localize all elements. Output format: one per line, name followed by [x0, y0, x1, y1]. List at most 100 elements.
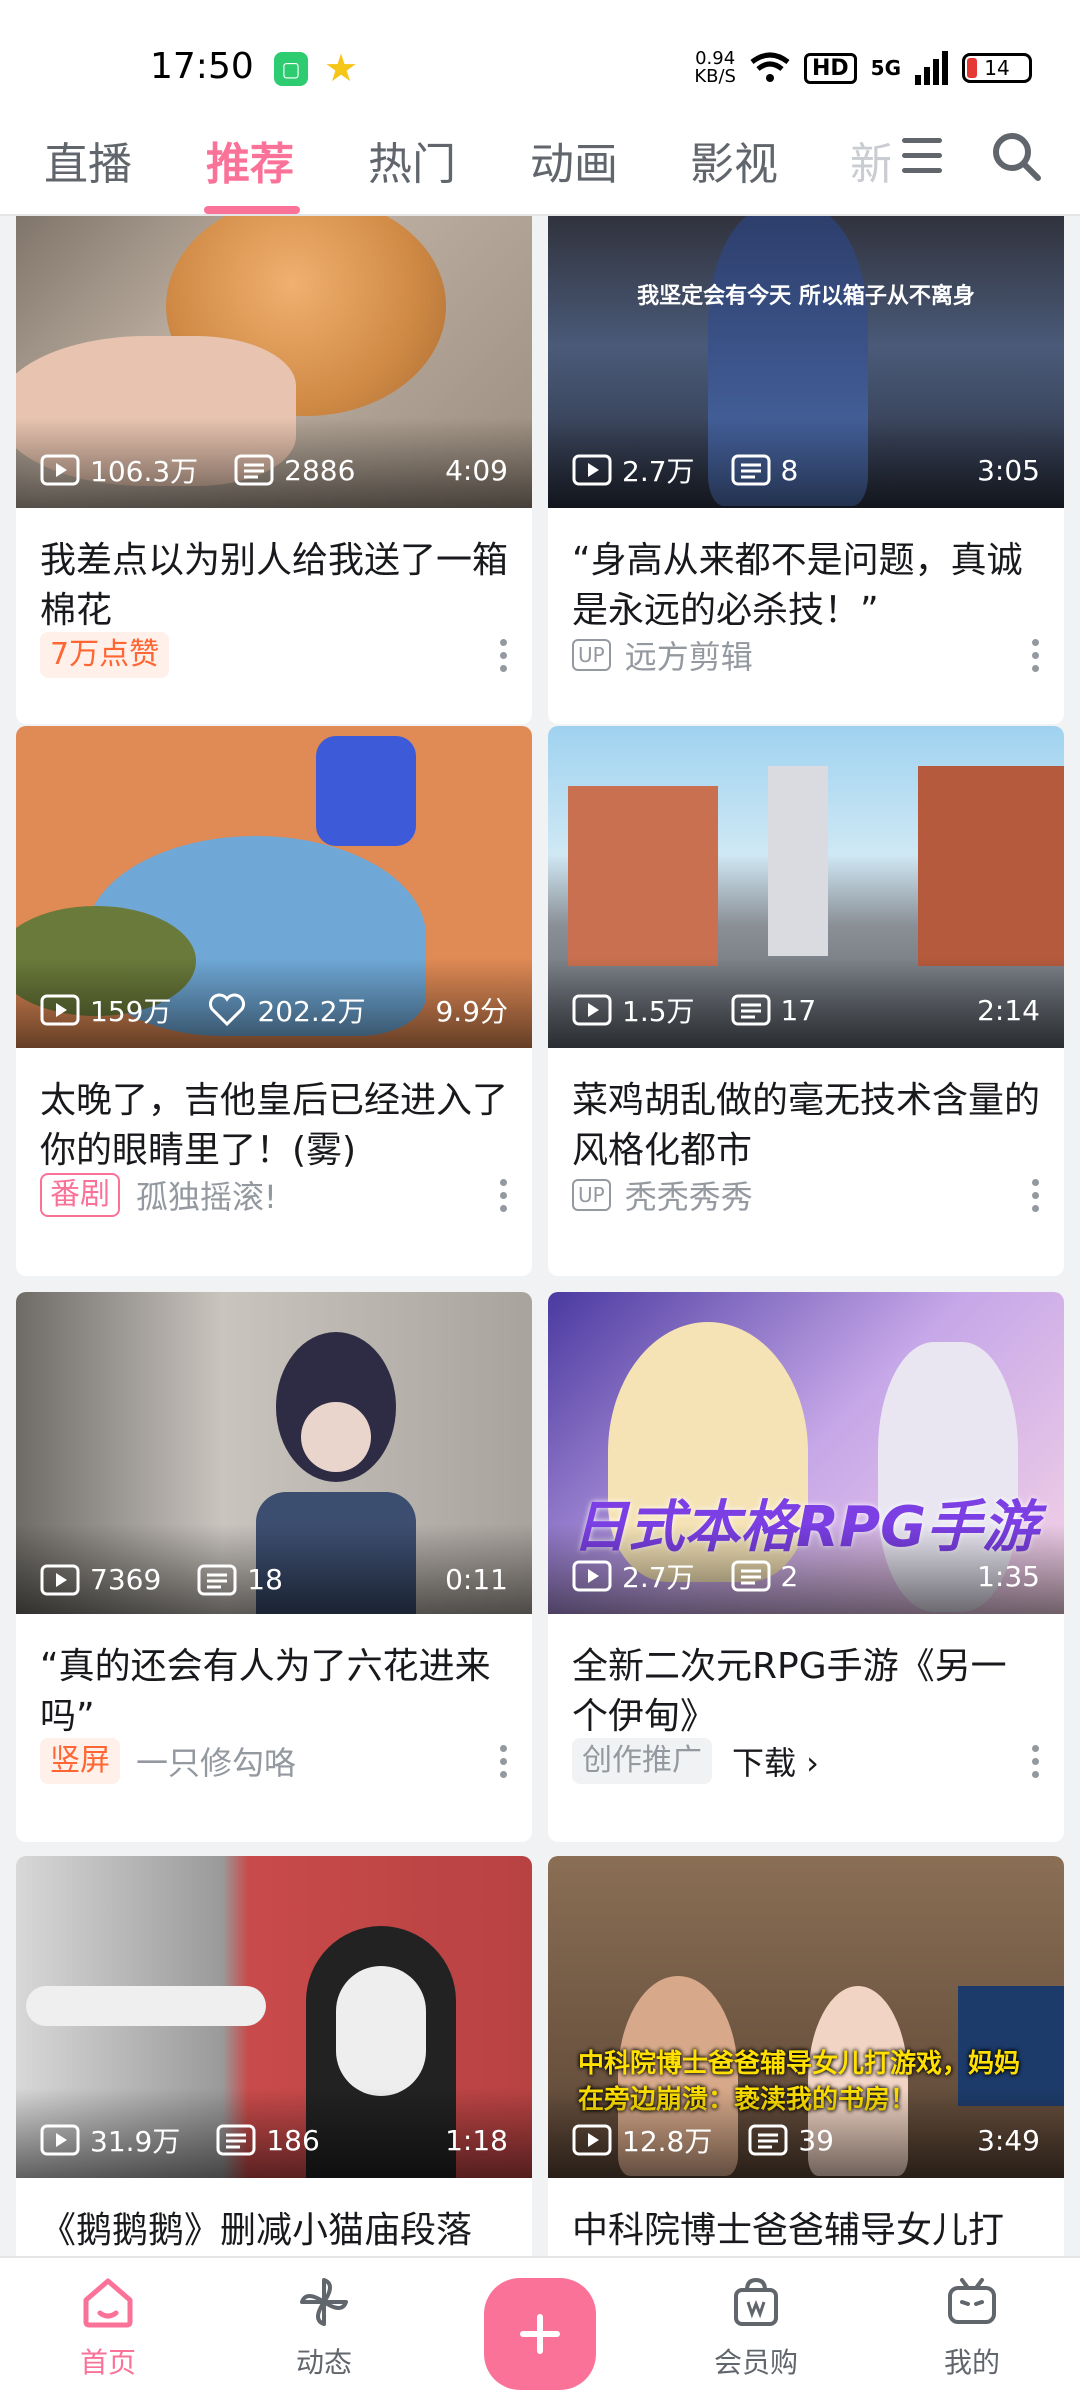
nav-home[interactable]: 首页 [48, 2276, 168, 2381]
video-card[interactable]: 我坚定会有今天 所以箱子从不离身 2.7万 8 3:05 “身高从来都不是问题，… [548, 216, 1064, 724]
play-count-icon [572, 1560, 612, 1592]
comment-count: 17 [780, 993, 817, 1027]
video-meta: UP 秃秃秀秀 [572, 1170, 1040, 1220]
nav-vip-shop[interactable]: 会员购 [696, 2276, 816, 2381]
thumbnail-caption: 我坚定会有今天 所以箱子从不离身 [637, 284, 975, 309]
buildings-illustration [568, 786, 718, 966]
duration: 1:18 [445, 2123, 508, 2157]
video-stats: 31.9万 186 1:18 [40, 2120, 508, 2160]
video-thumbnail[interactable]: 我坚定会有今天 所以箱子从不离身 2.7万 8 3:05 [548, 216, 1064, 508]
video-title[interactable]: 太晚了，吉他皇后已经进入了你的眼睛里了！(雾) [40, 1076, 510, 1176]
video-title[interactable]: “真的还会有人为了六花进来吗” [40, 1642, 510, 1742]
nav-vip-label: 会员购 [713, 2346, 798, 2379]
comment-count: 186 [266, 2123, 320, 2157]
tab-film[interactable]: 影视 [690, 128, 778, 192]
video-title[interactable]: 我差点以为别人给我送了一箱棉花 [40, 536, 510, 636]
battery-icon: 14 [962, 53, 1032, 83]
nav-dynamic[interactable]: 动态 [264, 2276, 384, 2381]
search-icon[interactable] [990, 130, 1042, 182]
comment-count: 8 [780, 453, 799, 487]
series-name[interactable]: 孤独摇滚! [136, 1172, 277, 1218]
duration: 3:49 [977, 2123, 1040, 2157]
nav-mine[interactable]: 我的 [912, 2276, 1032, 2381]
video-stats: 1.5万 17 2:14 [572, 990, 1040, 1030]
nav-mine-label: 我的 [943, 2346, 1000, 2379]
danmaku-icon [216, 2124, 256, 2156]
view-count: 106.3万 [90, 455, 199, 488]
video-card[interactable]: 31.9万 186 1:18 《鹅鹅鹅》删减小猫庙段落 [16, 1856, 532, 2256]
video-card[interactable]: 7369 18 0:11 “真的还会有人为了六花进来吗” 竖屏 一只修勾咯 [16, 1292, 532, 1842]
video-thumbnail[interactable]: 159万 202.2万 9.9分 [16, 726, 532, 1048]
up-badge: UP [572, 1179, 611, 1211]
video-title[interactable]: 中科院博士爸爸辅导女儿打 [572, 2206, 1042, 2256]
active-tab-indicator [204, 206, 300, 214]
tab-hot[interactable]: 热门 [368, 128, 456, 192]
danmaku-icon [748, 2124, 788, 2156]
video-card[interactable]: 159万 202.2万 9.9分 太晚了，吉他皇后已经进入了你的眼睛里了！(雾)… [16, 726, 532, 1276]
shopping-bag-icon [734, 2277, 778, 2326]
more-options-icon[interactable] [1030, 1744, 1040, 1778]
video-card[interactable]: 日式本格RPG手游 2.7万 2 1:35 全新二次元RPG手游《另一个伊甸》 … [548, 1292, 1064, 1842]
comment-count: 18 [247, 1563, 283, 1596]
more-options-icon[interactable] [498, 1744, 508, 1778]
video-meta: UP 远方剪辑 [572, 630, 1040, 680]
more-options-icon[interactable] [1030, 638, 1040, 672]
video-title[interactable]: 《鹅鹅鹅》删减小猫庙段落 [40, 2206, 510, 2256]
video-thumbnail[interactable]: 7369 18 0:11 [16, 1292, 532, 1614]
video-card[interactable]: 中科院博士爸爸辅导女儿打游戏，妈妈在旁边崩溃：亵渎我的书房！ 12.8万 39 … [548, 1856, 1064, 2256]
video-card[interactable]: 106.3万 2886 4:09 我差点以为别人给我送了一箱棉花 7万点赞 [16, 216, 532, 724]
video-thumbnail[interactable]: 106.3万 2886 4:09 [16, 216, 532, 508]
promo-badge: 创作推广 [572, 1738, 712, 1784]
author-name[interactable]: 秃秃秀秀 [625, 1172, 753, 1218]
heart-icon [209, 993, 246, 1027]
tab-new[interactable]: 新 [850, 128, 890, 192]
duration: 1:35 [977, 1559, 1040, 1593]
view-count: 159万 [90, 995, 172, 1028]
download-link[interactable]: 下载 › [732, 1738, 819, 1784]
more-options-icon[interactable] [498, 1178, 508, 1212]
view-count: 1.5万 [622, 995, 695, 1028]
play-count-icon [40, 1564, 80, 1595]
video-thumbnail[interactable]: 日式本格RPG手游 2.7万 2 1:35 [548, 1292, 1064, 1614]
home-icon [83, 2278, 133, 2328]
video-title[interactable]: 全新二次元RPG手游《另一个伊甸》 [572, 1642, 1042, 1742]
video-thumbnail[interactable]: 中科院博士爸爸辅导女儿打游戏，妈妈在旁边崩溃：亵渎我的书房！ 12.8万 39 … [548, 1856, 1064, 2178]
view-count: 12.8万 [622, 2125, 713, 2158]
comment-count: 39 [798, 2123, 834, 2157]
likes-badge: 7万点赞 [40, 632, 170, 678]
anime-girl-face [301, 1402, 371, 1472]
rating-score: 9.9分 [435, 995, 508, 1028]
video-card[interactable]: 1.5万 17 2:14 菜鸡胡乱做的毫无技术含量的风格化都市 UP 秃秃秀秀 [548, 726, 1064, 1276]
author-name[interactable]: 远方剪辑 [625, 632, 753, 678]
tab-anime[interactable]: 动画 [530, 128, 618, 192]
video-stats: 2.7万 2 1:35 [572, 1556, 1040, 1596]
video-meta: 创作推广 下载 › [572, 1736, 1040, 1786]
video-stats: 159万 202.2万 9.9分 [40, 990, 508, 1030]
tab-live[interactable]: 直播 [44, 128, 132, 192]
video-thumbnail[interactable]: 31.9万 186 1:18 [16, 1856, 532, 2178]
video-stats: 106.3万 2886 4:09 [40, 450, 508, 490]
more-options-icon[interactable] [1030, 1178, 1040, 1212]
view-count: 31.9万 [90, 2125, 181, 2158]
play-count-icon [40, 454, 80, 486]
more-options-icon[interactable] [498, 638, 508, 672]
publish-button[interactable] [484, 2278, 596, 2390]
signal-icon [915, 51, 948, 85]
net-speed: 0.94 KB/S [694, 50, 736, 86]
danmaku-icon [234, 454, 274, 486]
duration: 2:14 [977, 993, 1040, 1027]
video-stats: 7369 18 0:11 [40, 1563, 508, 1596]
bottom-nav: 首页 动态 会员购 我的 [0, 2256, 1080, 2402]
video-title[interactable]: 菜鸡胡乱做的毫无技术含量的风格化都市 [572, 1076, 1042, 1176]
author-name[interactable]: 一只修勾咯 [136, 1738, 296, 1784]
net-speed-unit: KB/S [694, 66, 736, 87]
video-title[interactable]: “身高从来都不是问题，真诚是永远的必杀技！” [572, 536, 1042, 636]
video-thumbnail[interactable]: 1.5万 17 2:14 [548, 726, 1064, 1048]
tab-recommend[interactable]: 推荐 [206, 128, 294, 192]
view-count: 7369 [90, 1563, 162, 1596]
hd-badge: HD [803, 52, 857, 84]
danmaku-icon [731, 1560, 771, 1592]
menu-icon[interactable] [902, 138, 942, 174]
play-count-icon [572, 994, 612, 1026]
duration: 0:11 [445, 1563, 508, 1596]
